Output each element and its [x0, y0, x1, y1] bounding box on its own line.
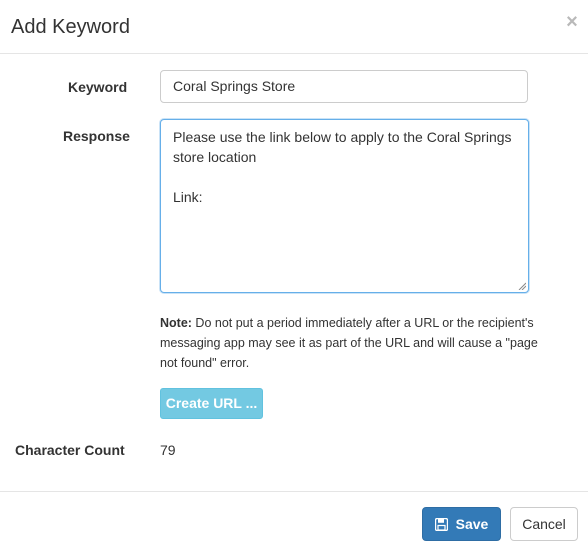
modal-title: Add Keyword	[11, 16, 130, 38]
character-count-label: Character Count	[15, 442, 125, 458]
note-prefix: Note:	[160, 316, 192, 330]
response-label: Response	[63, 128, 130, 144]
response-text: Please use the link below to apply to th…	[173, 129, 512, 205]
cancel-button[interactable]: Cancel	[510, 507, 578, 541]
keyword-input[interactable]: Coral Springs Store	[160, 70, 528, 103]
keyword-label: Keyword	[68, 79, 128, 95]
create-url-button[interactable]: Create URL ...	[160, 388, 263, 419]
url-note: Note: Do not put a period immediately af…	[160, 313, 540, 373]
close-icon[interactable]: ×	[564, 12, 580, 32]
resize-handle-icon[interactable]	[518, 282, 526, 290]
response-textarea[interactable]: Please use the link below to apply to th…	[160, 119, 529, 293]
modal-header: Add Keyword ×	[0, 0, 588, 54]
save-label: Save	[455, 516, 489, 532]
floppy-disk-icon	[434, 517, 448, 531]
character-count-value: 79	[160, 442, 176, 458]
note-text: Do not put a period immediately after a …	[160, 316, 538, 370]
save-button[interactable]: Save	[422, 507, 501, 541]
